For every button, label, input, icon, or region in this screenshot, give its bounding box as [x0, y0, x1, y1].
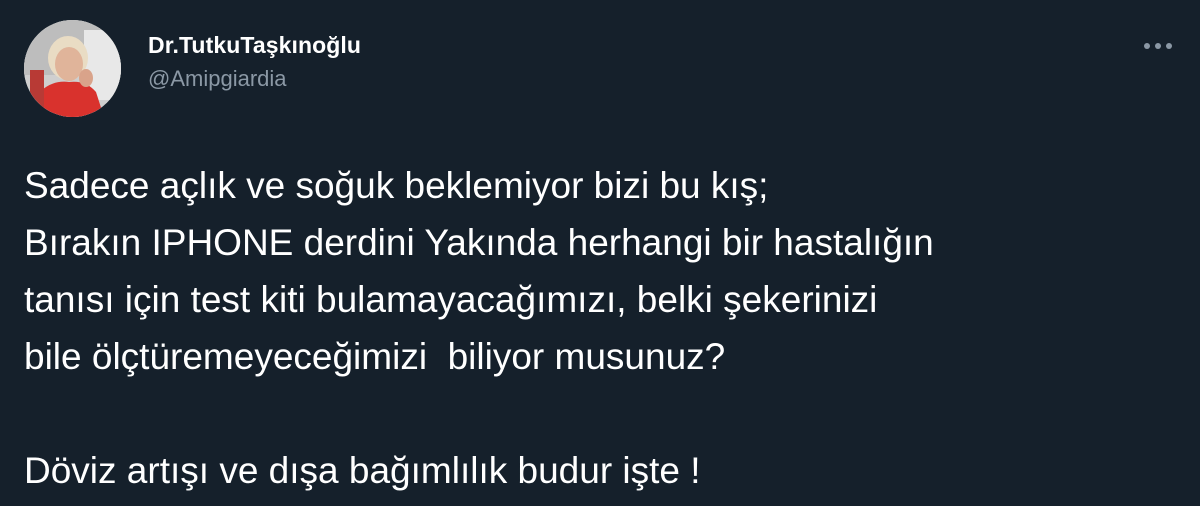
tweet-text: Sadece açlık ve soğuk beklemiyor bizi bu… [24, 157, 1174, 499]
author-handle[interactable]: @Amipgiardia [148, 64, 361, 94]
tweet-card: Dr.TutkuTaşkınoğlu @Amipgiardia Sadece a… [0, 0, 1200, 506]
avatar[interactable] [24, 20, 121, 117]
more-options-icon [1144, 43, 1172, 49]
tweet-text-line: tanısı için test kiti bulamayacağımızı, … [24, 279, 878, 320]
tweet-text-line: bile ölçtüremeyeceğimizi biliyor musunuz… [24, 336, 726, 377]
tweet-text-line: Döviz artışı ve dışa bağımlılık budur iş… [24, 450, 701, 491]
tweet-text-line: Sadece açlık ve soğuk beklemiyor bizi bu… [24, 165, 769, 206]
profile-photo-icon [24, 20, 121, 117]
tweet-text-line: Bırakın IPHONE derdini Yakında herhangi … [24, 222, 934, 263]
more-options-button[interactable] [1140, 34, 1176, 58]
author-info: Dr.TutkuTaşkınoğlu @Amipgiardia [148, 30, 361, 94]
author-display-name[interactable]: Dr.TutkuTaşkınoğlu [148, 30, 361, 60]
